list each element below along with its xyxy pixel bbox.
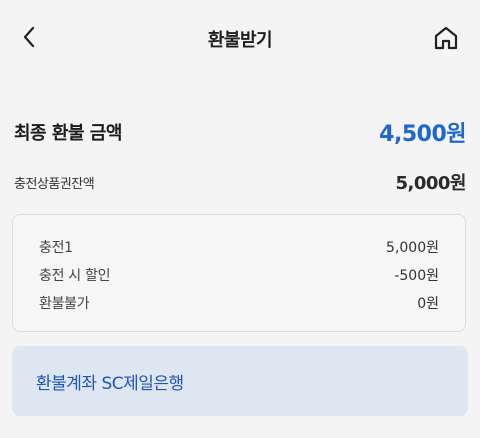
top-bar: 환불받기: [0, 0, 480, 78]
voucher-balance-label: 충전상품권잔액: [14, 176, 95, 192]
home-button[interactable]: [430, 22, 462, 54]
refund-breakdown-card: 충전1 5,000원 충전 시 할인 -500원 환불불가 0원: [12, 214, 466, 332]
breakdown-label: 충전 시 할인: [39, 268, 111, 284]
breakdown-label: 충전1: [39, 240, 73, 256]
breakdown-value: 5,000원: [386, 240, 439, 256]
home-icon: [434, 26, 458, 50]
final-refund-label: 최종 환불 금액: [14, 123, 122, 144]
voucher-balance-row: 충전상품권잔액 5,000원: [14, 166, 466, 198]
breakdown-label: 환불불가: [39, 296, 90, 312]
breakdown-value: -500원: [394, 268, 439, 284]
breakdown-row: 충전1 5,000원: [39, 233, 439, 261]
breakdown-row: 환불불가 0원: [39, 289, 439, 317]
breakdown-value: 0원: [417, 296, 439, 312]
refund-account-button[interactable]: 환불계좌 SC제일은행: [12, 346, 468, 416]
refund-account-label: 환불계좌 SC제일은행: [36, 373, 184, 394]
final-refund-row: 최종 환불 금액 4,500원: [14, 112, 466, 152]
page-title: 환불받기: [207, 30, 273, 51]
final-refund-amount: 4,500원: [379, 122, 466, 147]
refund-screen: 환불받기 최종 환불 금액 4,500원 충전상품권잔액 5,000원 충전1 …: [0, 0, 480, 438]
voucher-balance-amount: 5,000원: [395, 173, 467, 194]
breakdown-row: 충전 시 할인 -500원: [39, 261, 439, 289]
